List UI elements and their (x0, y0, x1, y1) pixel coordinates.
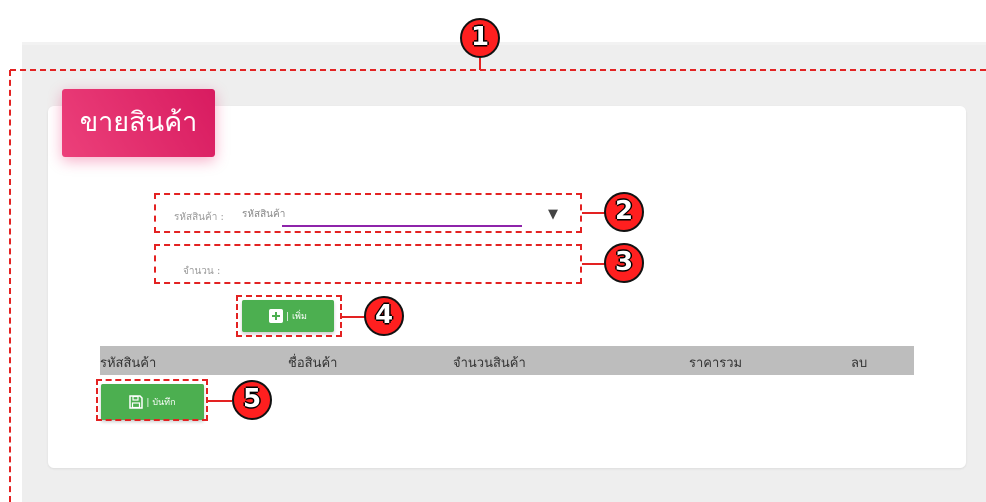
page-title: ขายสินค้า (62, 89, 215, 157)
callout-3: 3 (604, 243, 644, 283)
callout-2: 2 (604, 192, 644, 232)
callout-line-1 (479, 58, 481, 70)
th-product-code: รหัสสินค้า (100, 356, 157, 371)
highlight-box-4 (236, 295, 342, 337)
callout-1: 1 (460, 18, 500, 58)
highlight-box-2 (154, 193, 582, 233)
highlight-outline-left (9, 70, 11, 502)
callout-line-2 (582, 212, 606, 214)
callout-line-3 (582, 263, 606, 265)
callout-4: 4 (364, 296, 404, 336)
th-quantity: จำนวนสินค้า (453, 356, 526, 371)
callout-line-5 (208, 400, 232, 402)
th-product-name: ชื่อสินค้า (288, 356, 338, 371)
th-total-price: ราคารวม (689, 356, 743, 371)
callout-5: 5 (232, 380, 272, 420)
callout-line-4 (342, 316, 366, 318)
highlight-box-5 (96, 379, 208, 421)
th-delete: ลบ (851, 356, 868, 371)
highlight-outline-top (10, 69, 986, 71)
highlight-box-3 (154, 244, 582, 284)
table-header: รหัสสินค้า ชื่อสินค้า จำนวนสินค้า ราคารว… (100, 346, 914, 375)
